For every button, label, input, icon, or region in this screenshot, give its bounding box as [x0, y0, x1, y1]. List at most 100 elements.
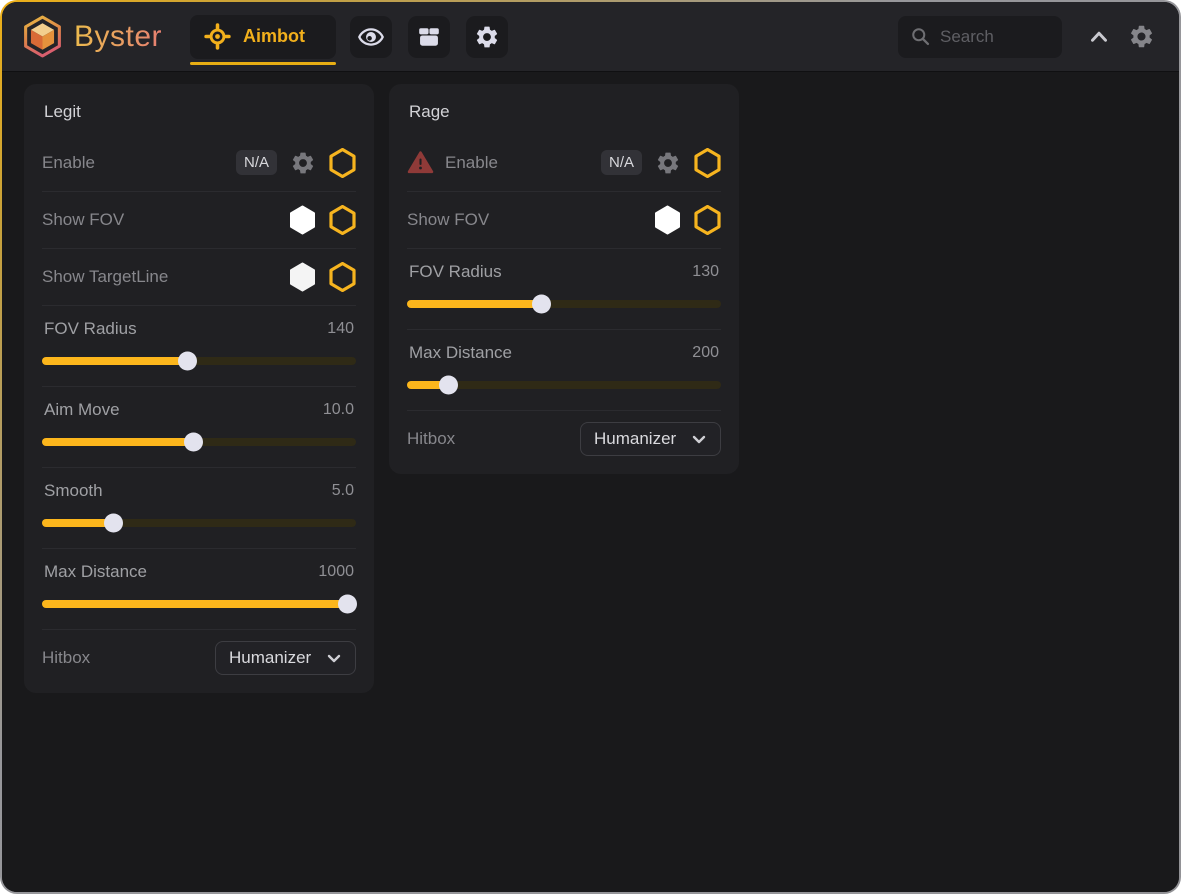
byster-logo-icon	[22, 14, 63, 59]
hexagon-outline-icon	[329, 262, 356, 292]
gear-icon	[1128, 23, 1155, 50]
legit-max-distance-label: Max Distance	[44, 562, 147, 582]
gear-icon	[474, 24, 500, 50]
slider-fill	[42, 357, 188, 365]
misc-button[interactable]	[408, 16, 450, 58]
legit-smooth-value: 5.0	[332, 482, 354, 500]
tab-active-underline	[190, 62, 336, 65]
rage-max-distance-slider[interactable]	[407, 381, 721, 389]
legit-show-fov-keybind[interactable]	[289, 205, 316, 235]
legit-smooth-row: Smooth 5.0	[42, 467, 356, 548]
dropdown-value: Humanizer	[594, 429, 676, 449]
rage-fov-radius-value: 130	[692, 263, 719, 281]
legit-show-fov-label: Show FOV	[42, 210, 124, 230]
tab-aimbot-label: Aimbot	[243, 26, 305, 47]
legit-enable-toggle[interactable]	[329, 148, 356, 178]
hexagon-filled-icon	[289, 205, 316, 235]
legit-fov-radius-value: 140	[327, 320, 354, 338]
legit-show-targetline-toggle[interactable]	[329, 262, 356, 292]
rage-fov-radius-row: FOV Radius 130	[407, 248, 721, 329]
rage-fov-radius-slider[interactable]	[407, 300, 721, 308]
slider-fill	[407, 381, 449, 389]
rage-max-distance-value: 200	[692, 344, 719, 362]
rage-panel: Rage Enable N/A	[389, 84, 739, 474]
aimbot-page: Legit Enable N/A Show FOV	[2, 72, 1179, 892]
rage-enable-row: Enable N/A	[407, 134, 721, 191]
legit-aim-move-row: Aim Move 10.0	[42, 386, 356, 467]
legit-show-fov-toggle[interactable]	[329, 205, 356, 235]
legit-aim-move-slider[interactable]	[42, 438, 356, 446]
legit-show-targetline-row: Show TargetLine	[42, 248, 356, 305]
legit-max-distance-row: Max Distance 1000	[42, 548, 356, 629]
slider-thumb[interactable]	[439, 376, 458, 395]
chevron-up-icon	[1086, 24, 1112, 50]
legit-max-distance-slider[interactable]	[42, 600, 356, 608]
rage-hitbox-row: Hitbox Humanizer	[407, 410, 721, 466]
legit-aim-move-value: 10.0	[323, 401, 354, 419]
rage-show-fov-keybind[interactable]	[654, 205, 681, 235]
legit-fov-radius-row: FOV Radius 140	[42, 305, 356, 386]
legit-smooth-label: Smooth	[44, 481, 103, 501]
search-box[interactable]	[898, 16, 1062, 58]
slider-thumb[interactable]	[104, 514, 123, 533]
rage-hitbox-label: Hitbox	[407, 429, 455, 449]
legit-enable-row: Enable N/A	[42, 134, 356, 191]
warning-triangle-icon	[407, 150, 434, 175]
legit-fov-radius-slider[interactable]	[42, 357, 356, 365]
chevron-down-icon	[688, 428, 710, 450]
legit-hitbox-dropdown[interactable]: Humanizer	[215, 641, 356, 675]
rage-enable-toggle[interactable]	[694, 148, 721, 178]
collapse-button[interactable]	[1086, 24, 1112, 50]
hexagon-outline-icon	[329, 148, 356, 178]
slider-fill	[407, 300, 542, 308]
crosshair-icon	[204, 23, 231, 50]
eye-icon	[358, 24, 384, 50]
legit-hitbox-row: Hitbox Humanizer	[42, 629, 356, 685]
config-button[interactable]	[466, 16, 508, 58]
rage-fov-radius-label: FOV Radius	[409, 262, 502, 282]
tab-aimbot[interactable]: Aimbot	[190, 15, 336, 59]
app-window-frame: Byster Aimbot	[0, 0, 1181, 894]
brand: Byster	[22, 14, 162, 59]
slider-thumb[interactable]	[184, 433, 203, 452]
brand-name: Byster	[74, 20, 162, 54]
legit-enable-config[interactable]	[290, 150, 316, 176]
slider-fill	[42, 600, 348, 608]
legit-show-targetline-keybind[interactable]	[289, 262, 316, 292]
gear-icon	[655, 150, 681, 176]
rage-show-fov-label: Show FOV	[407, 210, 489, 230]
rage-enable-label: Enable	[445, 153, 498, 173]
rage-enable-config[interactable]	[655, 150, 681, 176]
dropdown-value: Humanizer	[229, 648, 311, 668]
legit-enable-keybind-badge[interactable]: N/A	[236, 150, 277, 175]
slider-thumb[interactable]	[532, 295, 551, 314]
search-icon	[910, 25, 931, 48]
slider-fill	[42, 519, 114, 527]
rage-max-distance-row: Max Distance 200	[407, 329, 721, 410]
legit-max-distance-value: 1000	[318, 563, 354, 581]
rage-show-fov-toggle[interactable]	[694, 205, 721, 235]
legit-panel-title: Legit	[42, 92, 356, 134]
rage-show-fov-row: Show FOV	[407, 191, 721, 248]
rage-hitbox-dropdown[interactable]: Humanizer	[580, 422, 721, 456]
rage-enable-keybind-badge[interactable]: N/A	[601, 150, 642, 175]
legit-show-fov-row: Show FOV	[42, 191, 356, 248]
hexagon-outline-icon	[329, 205, 356, 235]
search-input[interactable]	[940, 27, 1050, 47]
legit-enable-label: Enable	[42, 153, 95, 173]
settings-button[interactable]	[1128, 23, 1155, 50]
header-bar: Byster Aimbot	[2, 2, 1179, 72]
slider-thumb[interactable]	[178, 352, 197, 371]
legit-panel: Legit Enable N/A Show FOV	[24, 84, 374, 693]
rage-max-distance-label: Max Distance	[409, 343, 512, 363]
hexagon-filled-icon	[289, 262, 316, 292]
legit-aim-move-label: Aim Move	[44, 400, 120, 420]
box-icon	[417, 25, 441, 49]
hexagon-outline-icon	[694, 148, 721, 178]
legit-smooth-slider[interactable]	[42, 519, 356, 527]
visuals-button[interactable]	[350, 16, 392, 58]
legit-fov-radius-label: FOV Radius	[44, 319, 137, 339]
slider-fill	[42, 438, 194, 446]
hexagon-filled-icon	[654, 205, 681, 235]
slider-thumb[interactable]	[338, 595, 357, 614]
